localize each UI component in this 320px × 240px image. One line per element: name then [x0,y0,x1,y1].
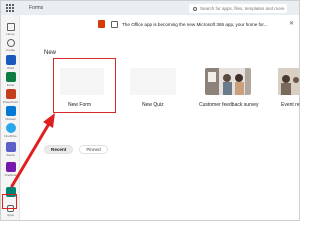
tile-label-event: Event re [281,102,300,108]
sidebar-item-home[interactable]: Home [1,23,20,36]
sidebar-item-create[interactable]: Create [1,39,20,52]
top-bar: Forms [1,1,299,15]
sidebar-item-outlook[interactable]: Outlook [1,106,20,121]
survey-thumbnail-image [205,68,251,95]
search-icon [193,6,197,11]
tab-bar: Recent Pinned [44,145,108,154]
forms-highlight-box [2,194,17,209]
tile-label-customer-feedback-survey: Customer feedback survey [199,102,259,108]
sidebar-item-label: OneNote [4,173,17,177]
plus-circle-icon [6,39,15,47]
sidebar-item-teams[interactable]: Teams [1,142,20,157]
excel-icon [5,72,16,82]
word-icon [5,55,16,65]
sidebar-item-label: Home [6,32,15,36]
banner-text: The Office app is becoming the new Micro… [122,21,268,27]
customer-feedback-survey-tile[interactable] [205,68,251,95]
teams-icon [5,142,16,152]
home-icon [6,23,15,31]
search-box[interactable] [189,4,287,13]
gift-icon [111,20,118,28]
tile-label-new-quiz: New Quiz [142,102,164,108]
sidebar-item-label: Create [5,48,15,52]
onenote-icon [5,162,16,172]
sidebar-item-excel[interactable]: Excel [1,72,20,87]
event-registration-tile[interactable] [278,68,300,95]
tab-pinned[interactable]: Pinned [79,145,108,154]
notification-banner: The Office app is becoming the new Micro… [98,18,298,30]
app-frame [0,0,300,221]
section-heading-new: New [44,50,57,56]
new-quiz-tile[interactable] [130,68,176,95]
powerpoint-icon [5,89,16,99]
sidebar-item-label: Word [6,66,15,70]
sidebar-item-label: Outlook [5,117,16,121]
onedrive-icon [5,123,16,133]
sidebar-item-label: Teams [6,153,15,157]
tab-recent[interactable]: Recent [44,145,74,154]
outlook-icon [5,106,16,116]
app-launcher-icon[interactable] [6,4,16,12]
sidebar-item-word[interactable]: Word [1,55,20,70]
sidebar-item-label: OneDrive [4,134,17,138]
app-title: Forms [29,5,44,11]
sidebar: Home Create Word Excel PowerPoint Outloo… [1,15,20,220]
search-input[interactable] [199,4,287,13]
sidebar-item-onedrive[interactable]: OneDrive [1,123,20,138]
sidebar-item-label: Excel [6,83,15,87]
sidebar-item-label: PowerPoint [2,100,19,104]
sidebar-item-powerpoint[interactable]: PowerPoint [1,89,20,104]
new-form-highlight-box [53,58,116,113]
close-icon[interactable]: ✕ [289,20,294,27]
sidebar-item-onenote[interactable]: OneNote [1,162,20,177]
sidebar-item-label: Apps [7,213,14,217]
event-thumbnail-image [278,68,300,95]
office-logo-icon [98,20,105,28]
